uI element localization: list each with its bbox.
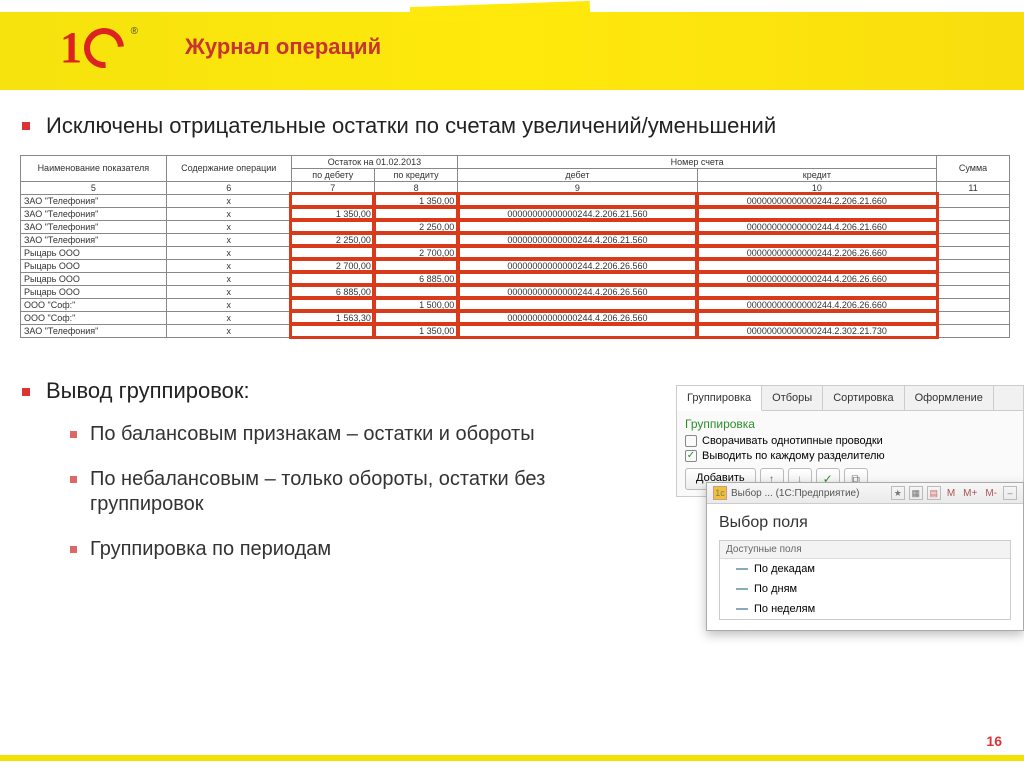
tab-format[interactable]: Оформление (905, 386, 994, 410)
tab-filters[interactable]: Отборы (762, 386, 823, 410)
dash-icon (736, 568, 748, 570)
col-credit: кредит (697, 168, 936, 181)
col-sum: Сумма (937, 155, 1010, 181)
col-debit: дебет (458, 168, 697, 181)
checkbox-checked-icon: ✓ (685, 450, 697, 462)
grouping-title: Группировка (685, 417, 1015, 431)
table-row: ЗАО "Телефония"x2 250,000000000000000024… (21, 233, 1010, 246)
tab-sort[interactable]: Сортировка (823, 386, 904, 410)
table-row: ООО "Соф:"x1 563,3000000000000000244.4.2… (21, 311, 1010, 324)
page-number: 16 (986, 733, 1002, 749)
chk-each-divider-label: Выводить по каждому разделителю (702, 450, 885, 462)
dialog-title: Выбор поля (719, 514, 1011, 532)
fields-header: Доступные поля (720, 541, 1010, 559)
table-num-row: 5 6 7 8 9 10 11 (21, 181, 1010, 194)
sub-item: Группировка по периодам (70, 537, 630, 562)
checkbox-icon (685, 435, 697, 447)
col-balance: Остаток на 01.02.2013 (291, 155, 458, 168)
report-table: Наименование показателя Содержание опера… (20, 155, 1010, 338)
header-band (0, 12, 1024, 90)
grouping-panel: Группировка Отборы Сортировка Оформление… (676, 385, 1024, 497)
table-row: ООО "Соф:"x1 500,0000000000000000244.4.2… (21, 298, 1010, 311)
tab-grouping[interactable]: Группировка (677, 386, 762, 411)
field-item[interactable]: По дням (720, 579, 1010, 599)
table-row: Рыцарь ОООx2 700,0000000000000000244.2.2… (21, 246, 1010, 259)
panel-tabs: Группировка Отборы Сортировка Оформление (677, 386, 1023, 411)
table-row: ЗАО "Телефония"x1 350,000000000000000024… (21, 207, 1010, 220)
logo-1c: 1® (60, 26, 132, 82)
m-plus-mark[interactable]: M+ (961, 488, 979, 499)
footer-stripe (0, 755, 1024, 761)
chk-collapse[interactable]: Сворачивать однотипные проводки (685, 435, 1015, 447)
dash-icon (736, 608, 748, 610)
table-row: ЗАО "Телефония"x1 350,000000000000000024… (21, 194, 1010, 207)
field-item[interactable]: По неделям (720, 599, 1010, 619)
star-icon[interactable]: ★ (891, 486, 905, 500)
dash-icon (736, 588, 748, 590)
m-mark[interactable]: M (945, 488, 957, 499)
col-acct: Номер счета (458, 155, 937, 168)
table-row: ЗАО "Телефония"x2 250,000000000000000024… (21, 220, 1010, 233)
field-select-dialog: 1c Выбор ... (1С:Предприятие) ★ ▦ ▤ M M+… (706, 482, 1024, 631)
available-fields-list: Доступные поля По декадамПо днямПо недел… (719, 540, 1011, 620)
dialog-titlebar: 1c Выбор ... (1С:Предприятие) ★ ▦ ▤ M M+… (707, 483, 1023, 504)
bullet-main: Исключены отрицательные остатки по счета… (20, 112, 1004, 141)
chk-each-divider[interactable]: ✓ Выводить по каждому разделителю (685, 450, 1015, 462)
app-icon: 1c (713, 486, 727, 500)
table-row: Рыцарь ОООx6 885,0000000000000000244.4.2… (21, 272, 1010, 285)
report-table-wrap: Наименование показателя Содержание опера… (20, 155, 1004, 338)
sub-item: По небалансовым – только обороты, остатк… (70, 467, 630, 517)
field-item[interactable]: По декадам (720, 559, 1010, 579)
table-row: Рыцарь ОООx6 885,0000000000000000244.4.2… (21, 285, 1010, 298)
chk-collapse-label: Сворачивать однотипные проводки (702, 435, 883, 447)
m-minus-mark[interactable]: M- (983, 488, 999, 499)
col-deb: по дебету (291, 168, 374, 181)
col-name: Наименование показателя (21, 155, 167, 181)
calc-icon[interactable]: ▦ (909, 486, 923, 500)
table-row: Рыцарь ОООx2 700,0000000000000000244.2.2… (21, 259, 1010, 272)
calendar-icon[interactable]: ▤ (927, 486, 941, 500)
minimize-icon[interactable]: – (1003, 486, 1017, 500)
table-row: ЗАО "Телефония"x1 350,000000000000000024… (21, 324, 1010, 337)
dialog-bar-text: Выбор ... (1С:Предприятие) (731, 488, 887, 499)
page-title: Журнал операций (185, 34, 381, 60)
col-op: Содержание операции (166, 155, 291, 181)
col-cred: по кредиту (374, 168, 457, 181)
sub-item: По балансовым признакам – остатки и обор… (70, 422, 630, 447)
